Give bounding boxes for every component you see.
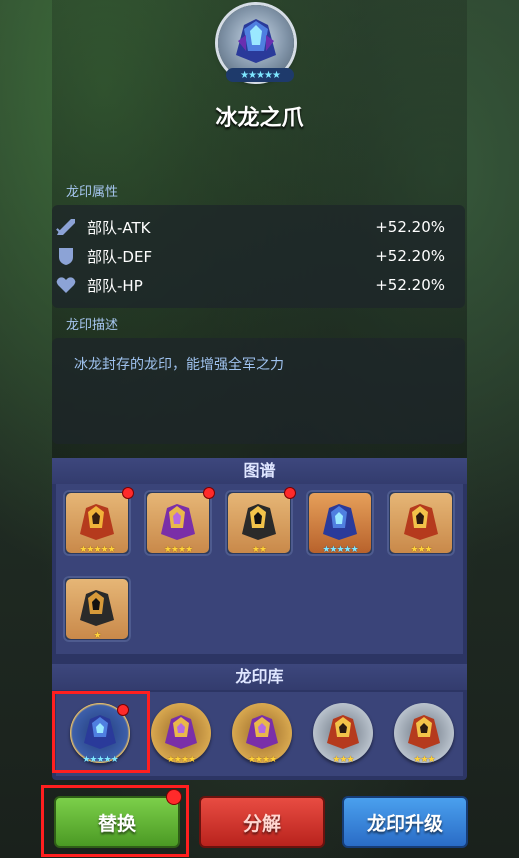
upgrade-seal-button-label: 龙印升级: [366, 812, 443, 835]
slot-star-rating: ★★★★★: [79, 545, 115, 555]
library-seal-coin[interactable]: ★★★: [394, 703, 454, 765]
description-text: 冰龙封存的龙印，能增强全军之力: [74, 357, 284, 373]
collection-slot[interactable]: ★★: [225, 488, 295, 556]
decompose-button-label: 分解: [242, 812, 281, 835]
attr-name: 部队-HP: [87, 276, 143, 295]
dragon-claw-icon: [80, 590, 114, 626]
collection-slot[interactable]: ★★★★★: [306, 490, 374, 556]
slot-star-rating: ★★★★: [163, 545, 193, 555]
ice-dragon-claw-icon: [236, 19, 276, 63]
replace-button-highlight: [41, 785, 189, 857]
scroll-icon: [147, 493, 209, 553]
slot-star-rating: ★★★★★: [322, 545, 358, 555]
dragon-claw-icon: [165, 715, 197, 749]
collection-slot[interactable]: ★: [63, 576, 131, 642]
attributes-label: 龙印属性: [66, 185, 119, 200]
attr-row-atk: 部队-ATK +52.20%: [52, 213, 465, 241]
library-seal-coin[interactable]: ★★★★: [151, 703, 211, 765]
slot-star-rating: ★: [93, 631, 101, 641]
dragon-claw-icon: [246, 715, 278, 749]
emblem-star-rating: ★★★★★: [226, 68, 294, 82]
library-seal-coin[interactable]: ★★★★: [232, 703, 292, 765]
item-title: 冰龙之爪: [215, 106, 304, 131]
new-indicator-dot: [123, 488, 133, 498]
dragon-claw-icon: [80, 504, 114, 540]
library-seal-coin[interactable]: ★★★: [313, 703, 373, 765]
sword-icon: [56, 219, 75, 235]
new-indicator-dot: [204, 488, 214, 498]
collection-slot[interactable]: ★★★: [387, 490, 455, 556]
attr-row-def: 部队-DEF +52.20%: [52, 242, 465, 270]
attr-value: +52.20%: [375, 218, 445, 236]
scroll-icon: [309, 493, 371, 553]
upgrade-seal-button[interactable]: 龙印升级: [342, 796, 468, 848]
attributes-box: 部队-ATK +52.20% 部队-DEF +52.20% 部队-HP +52.…: [52, 205, 465, 308]
coin-star-rating: ★★★★: [166, 755, 196, 765]
coin-star-rating: ★★★: [413, 755, 435, 765]
selected-coin-highlight: [52, 691, 150, 773]
coin-star-rating: ★★★★: [247, 755, 277, 765]
decompose-button[interactable]: 分解: [199, 796, 325, 848]
new-indicator-dot: [285, 488, 295, 498]
description-label: 龙印描述: [66, 318, 119, 333]
attr-name: 部队-ATK: [87, 218, 151, 237]
library-header: 龙印库: [52, 664, 467, 690]
attr-row-hp: 部队-HP +52.20%: [52, 271, 465, 299]
ice-dragon-claw-icon: [323, 504, 357, 540]
scroll-icon: [66, 493, 128, 553]
scroll-icon: [390, 493, 452, 553]
description-box: 冰龙封存的龙印，能增强全军之力: [52, 338, 465, 444]
dragon-claw-icon: [404, 504, 438, 540]
collection-header: 图谱: [52, 458, 467, 484]
dragon-claw-icon: [242, 504, 276, 540]
dragon-claw-icon: [161, 504, 195, 540]
attr-value: +52.20%: [375, 276, 445, 294]
collection-grid[interactable]: ★★★★★ ★★★★ ★★ ★★★★★ ★★★ ★: [56, 484, 463, 654]
coin-star-rating: ★★★: [332, 755, 354, 765]
attr-name: 部队-DEF: [87, 247, 153, 266]
dragon-claw-icon: [327, 715, 359, 749]
attr-value: +52.20%: [375, 247, 445, 265]
scroll-icon: [228, 493, 290, 553]
scroll-icon: [66, 579, 128, 639]
slot-star-rating: ★★★: [410, 545, 432, 555]
collection-slot[interactable]: ★★★★: [144, 488, 214, 556]
shield-icon: [59, 248, 73, 265]
heart-icon: [56, 277, 76, 293]
dragon-claw-icon: [408, 715, 440, 749]
collection-slot[interactable]: ★★★★★: [63, 488, 133, 556]
slot-star-rating: ★★: [251, 545, 267, 555]
